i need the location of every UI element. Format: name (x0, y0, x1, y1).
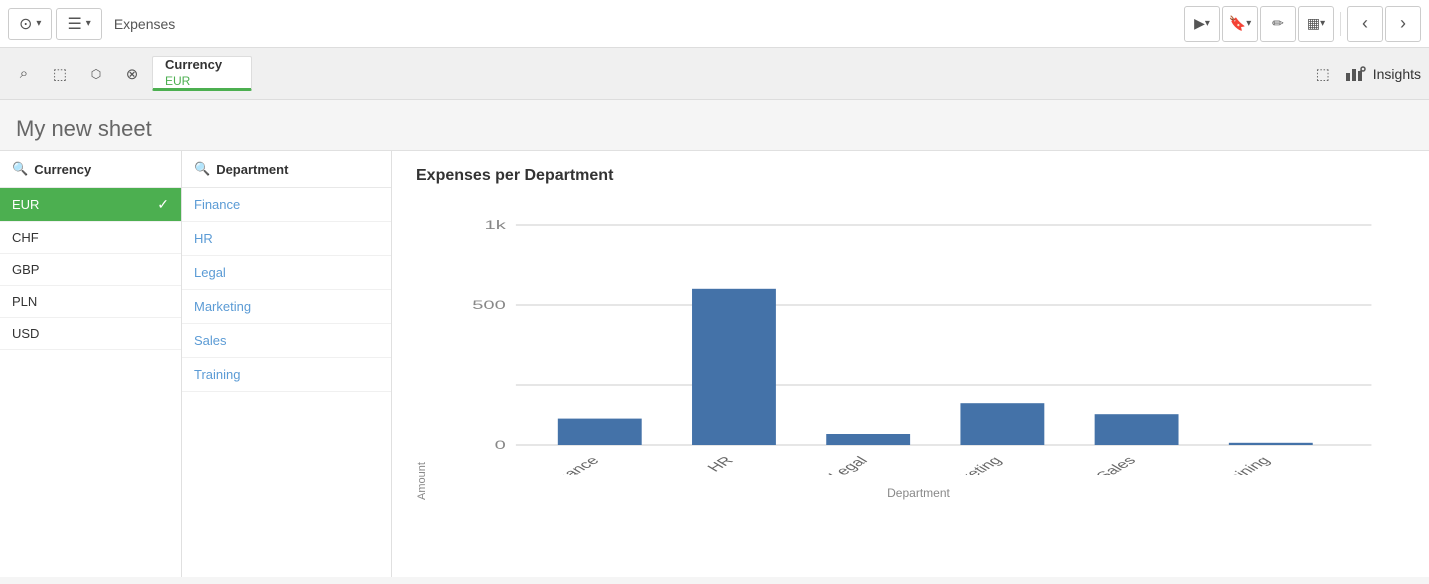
forward-button[interactable]: › (1385, 6, 1421, 42)
insights-label: Insights (1373, 66, 1421, 82)
svg-text:Sales: Sales (1093, 454, 1141, 475)
clear-tool-button[interactable]: ⊗ (116, 58, 148, 90)
chart-button[interactable]: ▦ ▾ (1298, 6, 1334, 42)
chart-title: Expenses per Department (416, 167, 1405, 185)
edit-button[interactable]: ✏ (1260, 6, 1296, 42)
currency-panel-title: Currency (34, 162, 91, 177)
currency-item-PLN[interactable]: PLN (0, 286, 181, 318)
currency-label-EUR: EUR (12, 197, 39, 212)
dept-item-HR[interactable]: HR (182, 222, 391, 256)
svg-text:Training: Training (1213, 454, 1274, 475)
lasso-tool-button[interactable]: ⬡ (80, 58, 112, 90)
dept-item-Legal[interactable]: Legal (182, 256, 391, 290)
currency-filter-chip[interactable]: Currency EUR (152, 56, 252, 91)
select-region-icon: ⬚ (1316, 65, 1330, 83)
search-tool-button[interactable]: ⌕ (8, 58, 40, 90)
svg-text:Marketing: Marketing (934, 454, 1006, 475)
clear-tool-icon: ⊗ (126, 65, 139, 83)
svg-text:1k: 1k (485, 218, 507, 232)
chart-y-label: Amount (416, 205, 428, 500)
dept-item-Sales[interactable]: Sales (182, 324, 391, 358)
list-chevron: ▾ (86, 18, 91, 29)
sheet-title-bar: My new sheet (0, 100, 1429, 151)
filter-tools: ⌕ ⬚ ⬡ ⊗ (8, 48, 148, 99)
bar-Marketing[interactable] (960, 403, 1044, 445)
toolbar-left: ⊙ ▾ ☰ ▾ Expenses (8, 8, 175, 40)
currency-panel-header: 🔍 Currency (0, 151, 181, 188)
bar-HR[interactable] (692, 289, 776, 445)
edit-icon: ✏ (1272, 15, 1284, 32)
chart-container: Amount 1k 500 0 (416, 205, 1405, 500)
top-toolbar: ⊙ ▾ ☰ ▾ Expenses ▶ ▾ 🔖 ▾ ✏ ▦ ▾ ‹ › (0, 0, 1429, 48)
currency-panel: 🔍 Currency EUR ✓ CHF GBP PLN USD (0, 151, 182, 577)
currency-item-USD[interactable]: USD (0, 318, 181, 350)
filter-bar: ⌕ ⬚ ⬡ ⊗ Currency EUR ⬚ Insights (0, 48, 1429, 100)
compass-icon: ⊙ (19, 14, 32, 34)
main-content: 🔍 Currency EUR ✓ CHF GBP PLN USD 🔍 Depar… (0, 151, 1429, 577)
department-panel-header: 🔍 Department (182, 151, 391, 188)
department-panel: 🔍 Department Finance HR Legal Marketing … (182, 151, 392, 577)
present-button[interactable]: ▶ ▾ (1184, 6, 1220, 42)
back-button[interactable]: ‹ (1347, 6, 1383, 42)
currency-label-GBP: GBP (12, 262, 39, 277)
app-name: Expenses (114, 16, 175, 32)
chart-area: Expenses per Department Amount 1k 500 0 (392, 151, 1429, 577)
insights-icon (1345, 65, 1367, 83)
bar-Training[interactable] (1229, 443, 1313, 445)
dept-item-Training[interactable]: Training (182, 358, 391, 392)
sheet-title: My new sheet (16, 116, 1413, 142)
svg-text:500: 500 (472, 298, 506, 312)
svg-text:HR: HR (704, 454, 737, 474)
back-icon: ‹ (1362, 13, 1368, 34)
filter-bar-right: ⬚ Insights (1307, 48, 1421, 99)
filter-chip-value: EUR (165, 74, 239, 88)
select-region-button[interactable]: ⬚ (1307, 58, 1339, 90)
chart-x-label: Department (432, 486, 1405, 500)
currency-label-PLN: PLN (12, 294, 37, 309)
present-icon: ▶ (1194, 15, 1205, 32)
filter-chip-label: Currency (165, 57, 239, 72)
bookmark-icon: 🔖 (1229, 15, 1246, 32)
bar-Sales[interactable] (1095, 414, 1179, 445)
department-panel-title: Department (216, 162, 288, 177)
select-tool-icon: ⬚ (53, 65, 67, 83)
compass-button[interactable]: ⊙ ▾ (8, 8, 52, 40)
currency-search-icon: 🔍 (12, 161, 28, 177)
bar-Legal[interactable] (826, 434, 910, 445)
bar-Finance[interactable] (558, 419, 642, 445)
dept-item-Marketing[interactable]: Marketing (182, 290, 391, 324)
svg-text:0: 0 (495, 438, 506, 452)
currency-item-CHF[interactable]: CHF (0, 222, 181, 254)
svg-text:Finance: Finance (542, 454, 603, 475)
compass-chevron: ▾ (36, 18, 41, 29)
select-tool-button[interactable]: ⬚ (44, 58, 76, 90)
dept-item-Finance[interactable]: Finance (182, 188, 391, 222)
chart-svg: 1k 500 0 Finan (432, 205, 1405, 475)
dept-search-icon: 🔍 (194, 161, 210, 177)
bookmark-button[interactable]: 🔖 ▾ (1222, 6, 1258, 42)
search-tool-icon: ⌕ (20, 65, 28, 82)
currency-label-CHF: CHF (12, 230, 39, 245)
currency-label-USD: USD (12, 326, 39, 341)
chart-inner: 1k 500 0 Finan (432, 205, 1405, 500)
forward-icon: › (1400, 13, 1406, 34)
currency-item-EUR[interactable]: EUR ✓ (0, 188, 181, 222)
list-button[interactable]: ☰ ▾ (56, 8, 101, 40)
svg-text:Legal: Legal (825, 454, 872, 475)
toolbar-separator (1340, 12, 1341, 36)
currency-item-GBP[interactable]: GBP (0, 254, 181, 286)
chart-icon: ▦ (1307, 15, 1320, 32)
insights-button[interactable]: Insights (1345, 65, 1421, 83)
toolbar-right: ▶ ▾ 🔖 ▾ ✏ ▦ ▾ ‹ › (1184, 6, 1421, 42)
list-icon: ☰ (67, 14, 81, 34)
check-icon: ✓ (157, 196, 169, 213)
lasso-tool-icon: ⬡ (91, 67, 101, 81)
